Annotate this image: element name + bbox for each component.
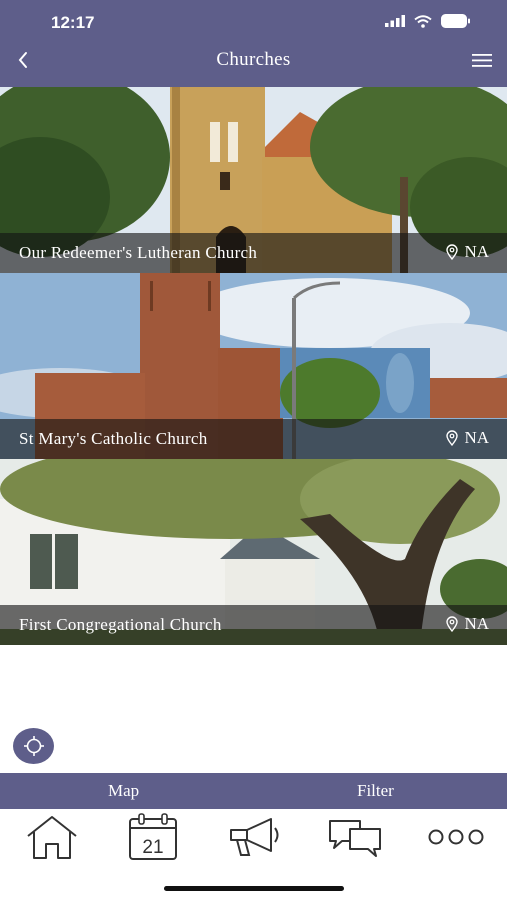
- church-location: NA: [446, 428, 489, 448]
- locate-button[interactable]: [13, 728, 54, 764]
- location-pin-icon: [446, 430, 459, 446]
- church-list: Our Redeemer's Lutheran Church NA St Mar…: [0, 87, 507, 645]
- church-card[interactable]: Our Redeemer's Lutheran Church NA: [0, 87, 507, 273]
- header: 12:17 Churches: [0, 0, 507, 87]
- church-location: NA: [446, 614, 489, 634]
- status-icons: [385, 14, 471, 28]
- card-caption: St Mary's Catholic Church NA: [0, 419, 507, 459]
- locate-icon: [23, 736, 44, 756]
- home-indicator: [164, 886, 344, 891]
- page-title: Churches: [216, 49, 291, 70]
- card-caption: First Congregational Church NA: [0, 605, 507, 645]
- wifi-icon: [414, 14, 432, 28]
- home-icon: [27, 816, 77, 859]
- church-name: First Congregational Church: [19, 615, 222, 634]
- tab-calendar[interactable]: 21: [123, 813, 183, 861]
- chat-icon: [329, 820, 381, 857]
- church-card[interactable]: First Congregational Church NA: [0, 459, 507, 645]
- menu-icon[interactable]: [471, 50, 493, 70]
- battery-icon: [441, 14, 470, 28]
- calendar-day: 21: [142, 837, 163, 858]
- church-card[interactable]: St Mary's Catholic Church NA: [0, 273, 507, 459]
- location-text: NA: [464, 428, 489, 447]
- tab-home[interactable]: [22, 813, 82, 861]
- calendar-icon: 21: [129, 813, 177, 860]
- filter-button[interactable]: Filter: [357, 781, 394, 801]
- location-pin-icon: [446, 616, 459, 632]
- tab-messages[interactable]: [325, 813, 385, 861]
- map-button[interactable]: Map: [108, 781, 139, 801]
- signal-icon: [385, 15, 405, 27]
- tab-more[interactable]: [426, 813, 486, 861]
- church-name: Our Redeemer's Lutheran Church: [19, 243, 258, 262]
- status-time: 12:17: [51, 13, 95, 32]
- location-text: NA: [464, 614, 489, 633]
- card-caption: Our Redeemer's Lutheran Church NA: [0, 233, 507, 273]
- church-location: NA: [446, 242, 489, 262]
- more-icon: [428, 829, 484, 845]
- megaphone-icon: [230, 818, 279, 856]
- location-text: NA: [464, 242, 489, 261]
- tab-announcements[interactable]: [224, 813, 284, 861]
- church-name: St Mary's Catholic Church: [19, 429, 208, 448]
- action-bar: Map Filter: [0, 773, 507, 809]
- location-pin-icon: [446, 244, 459, 260]
